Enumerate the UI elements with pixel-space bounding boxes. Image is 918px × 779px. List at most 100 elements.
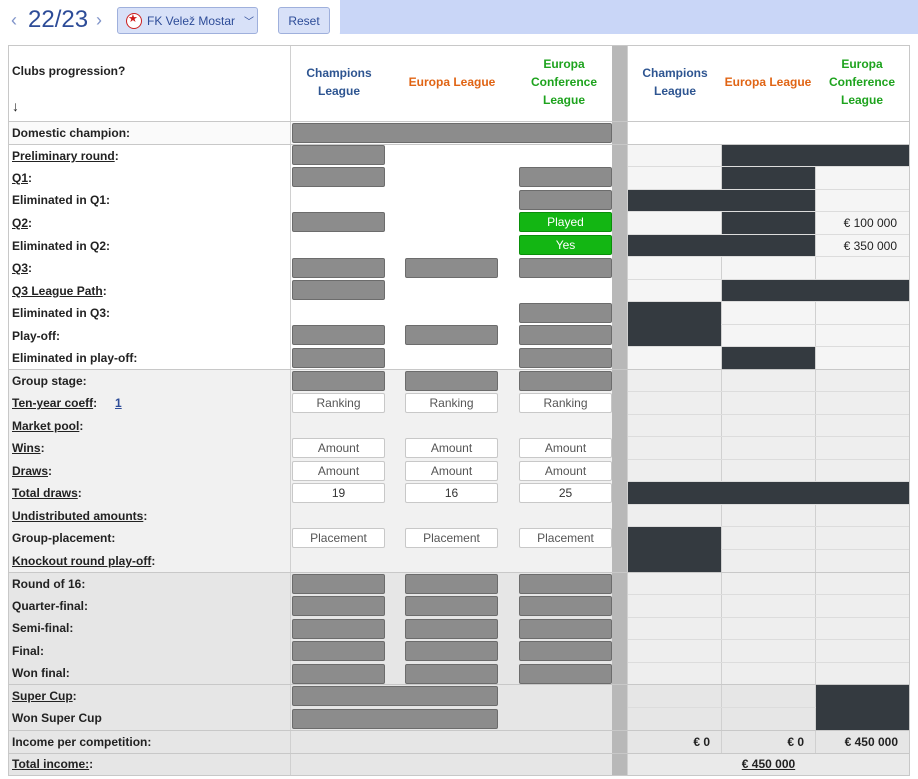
row-q2[interactable]: Q2: — [12, 216, 32, 230]
el-qf-toggle[interactable] — [405, 596, 498, 616]
ecl-elim-q1-toggle[interactable] — [519, 190, 612, 210]
ecl-q2-played-button[interactable]: Played — [519, 212, 612, 232]
ecl-elim-q3-toggle[interactable] — [519, 303, 612, 323]
cl-q3-league-toggle[interactable] — [292, 280, 385, 300]
disabled-cell — [628, 302, 721, 346]
row-play-off: Play-off: — [12, 329, 60, 343]
divider-strip — [612, 46, 627, 775]
ecl-qf-toggle[interactable] — [519, 596, 612, 616]
ecl-elim-playoff-toggle[interactable] — [519, 348, 612, 368]
won-super-cup-toggle[interactable] — [292, 709, 498, 729]
row-super-cup[interactable]: Super Cup: — [12, 689, 77, 703]
el-q3-toggle[interactable] — [405, 258, 498, 278]
chevron-down-icon: ﹀ — [244, 17, 255, 28]
disabled-cell — [628, 190, 815, 211]
el-draws-input[interactable]: Amount — [405, 461, 498, 481]
row-domestic-champion: Domestic champion: — [12, 126, 131, 140]
disabled-cell — [722, 347, 815, 369]
ecl-ranking-input[interactable]: Ranking — [519, 393, 612, 413]
ecl-r16-toggle[interactable] — [519, 574, 612, 594]
ten-year-coeff-link[interactable]: 1 — [115, 396, 122, 410]
cl-group-stage-toggle[interactable] — [292, 371, 385, 391]
row-wins[interactable]: Wins: — [12, 441, 45, 455]
ecl-q2-amount: € 100 000 — [843, 216, 897, 230]
cl-draws-input[interactable]: Amount — [292, 461, 385, 481]
cl-placement-input[interactable]: Placement — [292, 528, 385, 548]
row-q1[interactable]: Q1: — [12, 171, 32, 185]
income-cl-value: € 0 — [693, 735, 710, 749]
row-knockout-play-off[interactable]: Knockout round play-off: — [12, 554, 155, 568]
row-eliminated-play-off: Eliminated in play-off: — [12, 351, 138, 365]
row-eliminated-q1: Eliminated in Q1: — [12, 193, 111, 207]
domestic-champion-toggle[interactable] — [292, 123, 612, 143]
ecl-playoff-toggle[interactable] — [519, 325, 612, 345]
el-ranking-input[interactable]: Ranking — [405, 393, 498, 413]
ecl-elim-q2-yes-button[interactable]: Yes — [519, 235, 612, 255]
cl-elim-playoff-toggle[interactable] — [292, 348, 385, 368]
row-final: Final: — [12, 644, 44, 658]
ecl-sf-toggle[interactable] — [519, 619, 612, 639]
cl-wins-input[interactable]: Amount — [292, 438, 385, 458]
cl-final-toggle[interactable] — [292, 641, 385, 661]
club-select-button[interactable]: FK Velež Mostar ﹀ — [117, 7, 258, 34]
ecl-q1-toggle[interactable] — [519, 167, 612, 187]
disabled-cell — [722, 145, 909, 166]
row-draws[interactable]: Draws: — [12, 464, 52, 478]
cl-playoff-toggle[interactable] — [292, 325, 385, 345]
ecl-total-draws-input[interactable]: 25 — [519, 483, 612, 503]
el-sf-toggle[interactable] — [405, 619, 498, 639]
next-season-icon[interactable]: › — [96, 10, 102, 31]
cl-q1-toggle[interactable] — [292, 167, 385, 187]
el-total-draws-input[interactable]: 16 — [405, 483, 498, 503]
row-eliminated-q2: Eliminated in Q2: — [12, 239, 111, 253]
row-income-per-competition: Income per competition: — [12, 735, 152, 749]
el-playoff-toggle[interactable] — [405, 325, 498, 345]
el-placement-input[interactable]: Placement — [405, 528, 498, 548]
cl-qf-toggle[interactable] — [292, 596, 385, 616]
super-cup-toggle[interactable] — [292, 686, 498, 706]
el-final-toggle[interactable] — [405, 641, 498, 661]
progression-question: Clubs progression? — [12, 64, 126, 78]
row-preliminary-round[interactable]: Preliminary round: — [12, 149, 119, 163]
disabled-cell — [722, 167, 815, 189]
col-europa-league: Europa League — [408, 75, 496, 89]
prev-season-icon[interactable]: ‹ — [11, 10, 17, 31]
ecl-group-stage-toggle[interactable] — [519, 371, 612, 391]
row-won-super-cup: Won Super Cup — [12, 711, 102, 725]
ecl-final-toggle[interactable] — [519, 641, 612, 661]
cl-q2-toggle[interactable] — [292, 212, 385, 232]
cl-r16-toggle[interactable] — [292, 574, 385, 594]
row-q3-league-path[interactable]: Q3 League Path: — [12, 284, 107, 298]
row-ten-year-coeff[interactable]: Ten-year coeff: — [12, 396, 97, 410]
col-champions-league: Champions League — [306, 66, 372, 98]
row-semi-final: Semi-final: — [12, 621, 74, 635]
row-eliminated-q3: Eliminated in Q3: — [12, 306, 111, 320]
ecl-won-final-toggle[interactable] — [519, 664, 612, 684]
row-total-draws[interactable]: Total draws: — [12, 486, 82, 500]
cl-q3-toggle[interactable] — [292, 258, 385, 278]
income-ecl-value: € 450 000 — [844, 735, 898, 749]
cl-prelim-toggle[interactable] — [292, 145, 385, 165]
cl-sf-toggle[interactable] — [292, 619, 385, 639]
row-market-pool[interactable]: Market pool: — [12, 419, 83, 433]
disabled-cell — [816, 685, 909, 730]
cl-ranking-input[interactable]: Ranking — [292, 393, 385, 413]
cl-total-draws-input[interactable]: 19 — [292, 483, 385, 503]
disabled-cell — [628, 235, 815, 256]
row-group-placement: Group-placement: — [12, 531, 116, 545]
ecl-elim-q2-amount: € 350 000 — [843, 239, 897, 253]
total-income-value: € 450 000 — [741, 757, 796, 771]
reset-button[interactable]: Reset — [278, 7, 330, 34]
el-won-final-toggle[interactable] — [405, 664, 498, 684]
el-group-stage-toggle[interactable] — [405, 371, 498, 391]
el-r16-toggle[interactable] — [405, 574, 498, 594]
row-total-income[interactable]: Total income:: — [12, 757, 93, 771]
ecl-q3-toggle[interactable] — [519, 258, 612, 278]
ecl-wins-input[interactable]: Amount — [519, 438, 612, 458]
el-wins-input[interactable]: Amount — [405, 438, 498, 458]
cl-won-final-toggle[interactable] — [292, 664, 385, 684]
row-undistributed-amounts[interactable]: Undistributed amounts: — [12, 509, 147, 523]
ecl-placement-input[interactable]: Placement — [519, 528, 612, 548]
row-q3[interactable]: Q3: — [12, 261, 32, 275]
ecl-draws-input[interactable]: Amount — [519, 461, 612, 481]
